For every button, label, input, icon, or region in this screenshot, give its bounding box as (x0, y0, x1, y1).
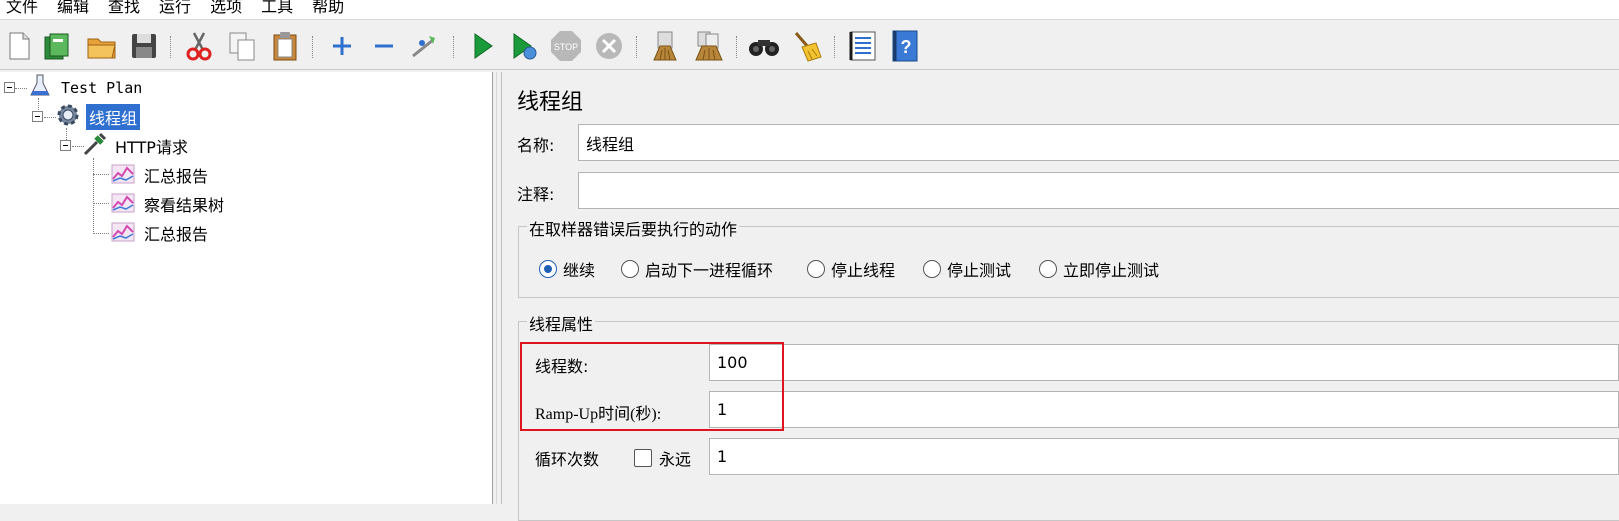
tree-node-thread-group[interactable]: 线程组 (54, 101, 141, 133)
tree-label: 察看结果树 (144, 196, 225, 215)
tree-connector (93, 158, 94, 234)
start-icon[interactable] (466, 29, 500, 63)
radio-button[interactable] (1039, 260, 1057, 278)
templates-icon[interactable] (40, 29, 74, 63)
radio-label: 停止测试 (947, 261, 1012, 280)
clear-icon[interactable] (648, 29, 682, 63)
menu-help[interactable]: 帮助 (312, 0, 344, 17)
name-label: 名称: (517, 136, 555, 155)
toolbar-separator (834, 36, 836, 58)
radio-start-next-loop[interactable]: 启动下一进程循环 (621, 257, 773, 281)
menu-bar: 文件 编辑 查找 运行 选项 工具 帮助 (0, 0, 1619, 20)
tree-label: 汇总报告 (144, 167, 209, 186)
menu-run[interactable]: 运行 (159, 0, 191, 17)
toolbar-separator (312, 36, 314, 58)
rampup-field[interactable]: 1 (709, 391, 1619, 428)
menu-tools[interactable]: 工具 (261, 0, 293, 17)
pipette-icon (82, 131, 108, 161)
graph-icon (110, 190, 136, 218)
menu-edit[interactable]: 编辑 (57, 0, 89, 17)
collapse-toggle[interactable] (60, 140, 71, 151)
copy-icon[interactable] (225, 29, 259, 63)
collapse-icon[interactable] (367, 29, 401, 63)
tree-label: 线程组 (86, 104, 141, 130)
paste-icon[interactable] (268, 29, 302, 63)
group-legend: 线程属性 (527, 311, 596, 335)
shutdown-icon[interactable] (592, 29, 626, 63)
new-icon[interactable] (2, 29, 36, 63)
radio-button[interactable] (807, 260, 825, 278)
split-pane-divider[interactable] (492, 72, 502, 504)
tree-node-summary-report[interactable]: 汇总报告 (110, 220, 211, 246)
tree-label: Test Plan (61, 79, 143, 97)
page-title: 线程组 (517, 90, 584, 115)
open-icon[interactable] (85, 29, 119, 63)
toolbar-separator (636, 36, 638, 58)
stop-icon[interactable]: STOP (549, 29, 583, 63)
tree-label: HTTP请求 (115, 138, 188, 157)
graph-icon (110, 219, 136, 247)
tree-connector (93, 203, 109, 204)
tree-node-view-results-tree[interactable]: 察看结果树 (110, 191, 227, 217)
test-plan-tree: Test Plan 线程组 HTTP请求 汇总报告 察看结果树 汇总报告 (0, 72, 492, 504)
search-icon[interactable] (747, 29, 781, 63)
threads-field[interactable]: 100 (709, 344, 1619, 381)
collapse-toggle[interactable] (32, 111, 43, 122)
radio-label: 立即停止测试 (1063, 261, 1160, 280)
graph-icon (110, 161, 136, 189)
radio-stop-thread[interactable]: 停止线程 (807, 257, 895, 281)
comment-label: 注释: (517, 185, 555, 204)
help-icon[interactable]: ? (888, 29, 922, 63)
radio-button[interactable] (539, 260, 557, 278)
radio-button[interactable] (923, 260, 941, 278)
expand-icon[interactable] (325, 29, 359, 63)
reset-search-icon[interactable] (790, 29, 824, 63)
radio-label: 启动下一进程循环 (645, 261, 774, 280)
radio-button[interactable] (621, 260, 639, 278)
start-no-pause-icon[interactable] (507, 29, 541, 63)
radio-label: 停止线程 (831, 261, 896, 280)
tree-node-summary-report[interactable]: 汇总报告 (110, 162, 211, 188)
group-legend: 在取样器错误后要执行的动作 (527, 216, 740, 240)
flask-icon (28, 73, 52, 103)
radio-stop-test-now[interactable]: 立即停止测试 (1039, 257, 1159, 281)
radio-label: 继续 (563, 261, 596, 280)
loop-count-label: 循环次数 (535, 450, 600, 469)
tree-node-test-plan[interactable]: Test Plan (28, 73, 145, 103)
toolbar-separator (736, 36, 738, 58)
tree-label: 汇总报告 (144, 225, 209, 244)
cut-icon[interactable] (182, 29, 216, 63)
tree-connector (15, 88, 27, 89)
svg-text:STOP: STOP (554, 42, 578, 52)
checkbox-label: 永远 (659, 450, 692, 469)
toggle-icon[interactable] (408, 29, 442, 63)
function-helper-icon[interactable] (846, 29, 880, 63)
name-field[interactable]: 线程组 (578, 124, 1619, 161)
loop-count-field[interactable]: 1 (709, 438, 1619, 475)
clear-all-icon[interactable] (691, 29, 725, 63)
forever-checkbox[interactable]: 永远 (634, 446, 691, 470)
tree-connector (93, 174, 109, 175)
tree-connector (93, 233, 109, 234)
checkbox[interactable] (634, 449, 652, 467)
radio-stop-test[interactable]: 停止测试 (923, 257, 1011, 281)
collapse-toggle[interactable] (4, 82, 15, 93)
toolbar: STOP ? (0, 22, 1619, 70)
tree-node-http-request[interactable]: HTTP请求 (82, 131, 191, 161)
gear-icon (54, 101, 82, 133)
menu-options[interactable]: 选项 (210, 0, 242, 17)
menu-search[interactable]: 查找 (108, 0, 140, 17)
annotation-highlight-box (520, 342, 784, 431)
svg-text:?: ? (901, 37, 912, 57)
toolbar-separator (453, 36, 455, 58)
save-icon[interactable] (127, 29, 161, 63)
thread-group-panel: 线程组 名称: 线程组 注释: 在取样器错误后要执行的动作 继续 启动下一进程循… (502, 72, 1619, 521)
radio-continue[interactable]: 继续 (539, 257, 595, 281)
menu-file[interactable]: 文件 (6, 0, 38, 17)
comment-field[interactable] (578, 172, 1619, 209)
toolbar-separator (170, 36, 172, 58)
